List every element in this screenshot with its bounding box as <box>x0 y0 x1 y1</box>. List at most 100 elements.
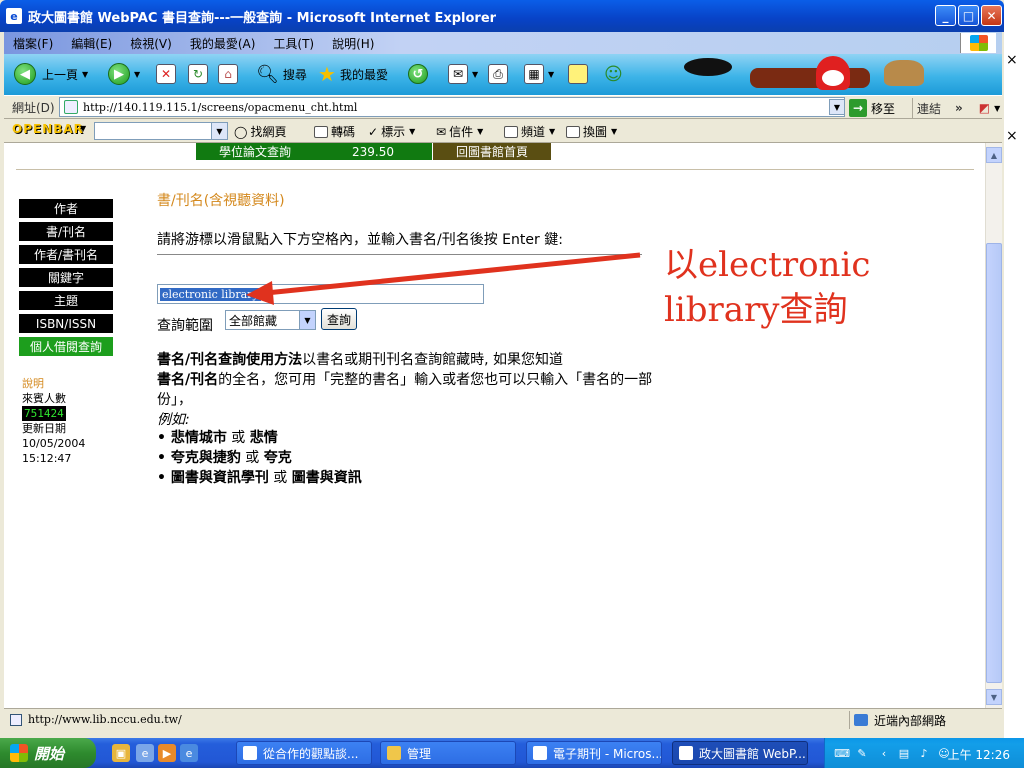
note-icon <box>568 64 588 84</box>
pen-icon[interactable]: ✎ <box>855 746 869 760</box>
santa-beard <box>822 70 844 86</box>
openbar-item-label: 頻道 <box>521 125 546 139</box>
edit-button[interactable]: ▦ ▼ <box>524 62 554 86</box>
sleigh-silhouette <box>684 58 732 76</box>
refresh-button[interactable]: ↻ <box>188 62 208 86</box>
favorites-label: 我的最愛 <box>339 67 388 82</box>
notes-button[interactable] <box>568 62 588 86</box>
mail-button[interactable]: ✉ ▼ <box>448 62 478 86</box>
chevron-down-icon[interactable]: ▼ <box>80 124 86 133</box>
openbar-transcode[interactable]: 轉碼 <box>314 123 355 140</box>
intranet-icon <box>854 714 868 726</box>
window-titlebar[interactable]: e 政大圖書館 WebPAC 書目查詢---一般查詢 - Microsoft I… <box>0 0 1004 32</box>
chevron-down-icon: ▼ <box>994 103 1001 113</box>
annotation-arrow <box>246 252 641 305</box>
side-close-icon-2[interactable]: × <box>1006 128 1018 144</box>
address-input[interactable]: http://140.119.115.1/screens/opacmenu_ch… <box>59 97 845 117</box>
print-button[interactable]: ⎙ <box>488 62 508 86</box>
search-button[interactable]: 🔍︎ 搜尋 <box>256 62 307 86</box>
minimize-button[interactable]: _ <box>935 5 956 26</box>
keyboard-icon[interactable]: ⌨ <box>834 746 850 760</box>
go-button[interactable]: → 移至 <box>849 98 895 118</box>
openbar-channel[interactable]: 頻道 ▼ <box>504 123 555 140</box>
go-arrow-icon: → <box>849 99 867 117</box>
address-value: http://140.119.115.1/screens/opacmenu_ch… <box>83 100 358 114</box>
links-button[interactable]: 連結 » ◩ ▼ <box>912 98 1000 118</box>
menu-view[interactable]: 檢視(V) <box>121 35 181 52</box>
openbar-mail[interactable]: ✉ 信件 ▼ <box>436 123 483 140</box>
ie-icon: e <box>6 8 22 24</box>
zone-label: 近端內部網路 <box>874 713 947 728</box>
translate-icon[interactable]: ◩ <box>979 101 990 115</box>
media-player-icon[interactable]: ▶ <box>158 744 176 762</box>
openbar-mark[interactable]: ✓ 標示 ▼ <box>368 123 415 140</box>
print-icon: ⎙ <box>488 64 508 84</box>
page-content: 學位論文查詢 239.50 回圖書館首頁 作者 書/刊名 作者/書刊名 關鍵字 … <box>4 143 985 708</box>
task-ejournal[interactable]: 電子期刊 - Micros... <box>526 741 662 765</box>
history-button[interactable]: ↺ <box>408 62 428 86</box>
scroll-thumb[interactable] <box>986 243 1002 683</box>
openbar-item-label: 標示 <box>381 125 406 139</box>
edit-icon: ▦ <box>524 64 544 84</box>
ie-icon[interactable]: e <box>180 744 198 762</box>
channel-icon <box>504 125 518 138</box>
home-button[interactable]: ⌂ <box>218 62 238 86</box>
windows-logo-icon <box>10 744 28 762</box>
taskbar: 開始 ▣ e ▶ e 從合作的觀點談... 管理 電子期刊 - Micros..… <box>0 738 1024 768</box>
system-tray: ⌨ ✎ ‹ ▤ ♪ ☺ 上午 12:26 <box>824 738 1024 768</box>
vertical-scrollbar[interactable]: ▲ ▼ <box>985 143 1002 708</box>
chevron-down-icon: ▼ <box>548 69 555 79</box>
favorites-button[interactable]: ★ 我的最愛 <box>318 62 388 86</box>
forward-button[interactable]: ▶ ▼ <box>108 62 140 86</box>
openbar-find-web[interactable]: ◯ 找網頁 <box>234 123 286 140</box>
openbar-swap-image[interactable]: 換圖 ▼ <box>566 123 617 140</box>
stop-icon: ✕ <box>156 64 176 84</box>
scroll-up-icon[interactable]: ▲ <box>986 147 1002 163</box>
folder-icon[interactable]: ▣ <box>112 744 130 762</box>
openbar-toolbar: OPENBAR ▼ ▼ ◯ 找網頁 轉碼 ✓ 標示 ▼ ✉ 信件 ▼ 頻道 ▼ 換圖 ▼ <box>4 119 1002 143</box>
clock[interactable]: 上午 12:26 <box>948 746 1010 763</box>
menu-edit[interactable]: 編輯(E) <box>62 35 121 52</box>
messenger-button[interactable]: ☺ <box>604 62 623 86</box>
scroll-down-icon[interactable]: ▼ <box>986 689 1002 705</box>
reindeer-decoration <box>884 60 924 86</box>
browser-icon[interactable]: e <box>136 744 154 762</box>
menu-file[interactable]: 檔案(F) <box>4 35 62 52</box>
openbar-item-label: 換圖 <box>583 125 608 139</box>
check-icon: ✓ <box>368 124 379 139</box>
task-label: 電子期刊 - Micros... <box>553 746 662 761</box>
start-button[interactable]: 開始 <box>0 738 96 768</box>
task-document[interactable]: 從合作的觀點談... <box>236 741 372 765</box>
volume-icon[interactable]: ♪ <box>917 746 931 760</box>
side-close-icon-1[interactable]: × <box>1006 52 1018 68</box>
forward-arrow-icon: ▶ <box>108 63 130 85</box>
address-dropdown-icon[interactable]: ▼ <box>829 99 845 115</box>
transcode-icon <box>314 125 328 138</box>
task-label: 管理 <box>407 746 432 761</box>
menu-tools[interactable]: 工具(T) <box>264 35 323 52</box>
close-button[interactable]: ✕ <box>981 5 1002 26</box>
folder-icon <box>387 746 401 760</box>
back-button[interactable]: ◀ 上一頁 ▼ <box>14 62 88 86</box>
task-webpac[interactable]: 政大圖書館 WebP... <box>672 741 808 765</box>
stop-button[interactable]: ✕ <box>156 62 176 86</box>
task-manage[interactable]: 管理 <box>380 741 516 765</box>
chevron-down-icon: ▼ <box>409 127 416 136</box>
image-icon <box>566 125 580 138</box>
openbar-search-combo[interactable]: ▼ <box>94 122 228 140</box>
maximize-button[interactable]: □ <box>958 5 979 26</box>
task-label: 政大圖書館 WebP... <box>699 746 806 761</box>
sleigh-decoration <box>750 68 870 88</box>
chevron-left-icon[interactable]: ‹ <box>877 746 891 760</box>
ie-icon <box>679 746 693 760</box>
openbar-logo[interactable]: OPENBAR <box>12 122 84 136</box>
window-title: 政大圖書館 WebPAC 書目查詢---一般查詢 - Microsoft Int… <box>28 10 497 26</box>
network-icon[interactable]: ▤ <box>897 746 911 760</box>
chevron-down-icon: ▼ <box>82 69 89 79</box>
chevron-down-icon: ▼ <box>134 69 141 79</box>
page-icon <box>10 713 22 726</box>
menu-favorites[interactable]: 我的最愛(A) <box>181 35 265 52</box>
menu-help[interactable]: 說明(H) <box>323 35 383 52</box>
links-label: 連結 <box>917 101 942 116</box>
search-label: 搜尋 <box>282 67 307 82</box>
